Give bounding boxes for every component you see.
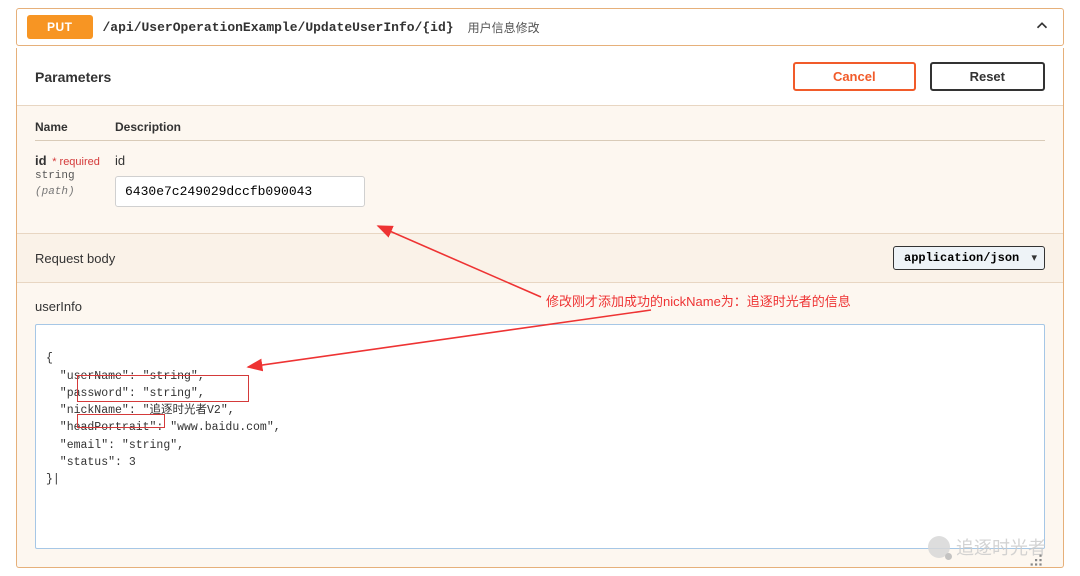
param-description: id [115,153,1045,168]
content-type-select[interactable]: application/json [893,246,1045,270]
highlight-box [77,414,165,428]
parameters-bar: Parameters Cancel Reset [17,48,1063,106]
resize-grabber-icon[interactable] [1024,548,1046,570]
chevron-up-icon[interactable] [1033,17,1051,38]
reset-button[interactable]: Reset [930,62,1045,91]
endpoint-path: /api/UserOperationExample/UpdateUserInfo… [103,20,454,35]
request-body-editor[interactable]: { "userName": "string", "password": "str… [35,324,1045,549]
param-name: id [35,153,47,168]
json-line: "status": 3 [46,456,136,469]
param-required-label: * required [52,156,100,168]
body-field-label: userInfo [17,283,1063,324]
param-row: id * required string (path) id [35,147,1045,225]
param-desc-header: Description [115,120,1045,134]
request-body-bar: Request body application/json [17,233,1063,283]
annotation-text: 修改刚才添加成功的nickName为：追逐时光者的信息 [546,291,851,310]
param-type: string [35,170,115,182]
api-operation-panel: PUT /api/UserOperationExample/UpdateUser… [16,8,1064,568]
json-line: "email": "string", [46,439,184,452]
wechat-icon [928,536,950,558]
param-in: (path) [35,186,75,198]
operation-body: Parameters Cancel Reset Name Description… [16,48,1064,568]
highlight-box [77,375,249,402]
json-line: }| [46,473,60,486]
param-value-input[interactable] [115,176,365,207]
parameters-table: Name Description id * required string (p… [17,106,1063,233]
parameters-heading: Parameters [35,69,111,85]
request-body-label: Request body [35,251,115,266]
cancel-button[interactable]: Cancel [793,62,916,91]
param-name-header: Name [35,120,115,134]
operation-header[interactable]: PUT /api/UserOperationExample/UpdateUser… [16,8,1064,46]
http-method-badge: PUT [27,15,93,39]
json-line: { [46,352,53,365]
action-buttons: Cancel Reset [793,62,1045,91]
endpoint-summary: 用户信息修改 [468,19,540,36]
